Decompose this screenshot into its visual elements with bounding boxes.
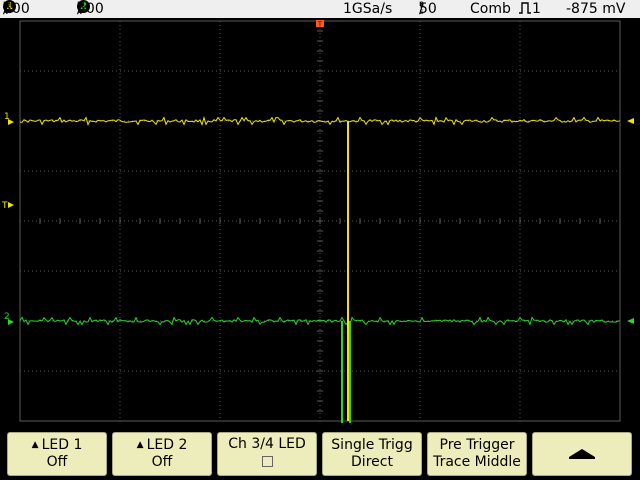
back-up-softkey[interactable] — [532, 432, 632, 476]
ch2-pulse-a — [341, 321, 343, 423]
svg-text:T: T — [1, 201, 8, 211]
led2-softkey[interactable]: ▲ LED 2 Off — [112, 432, 212, 476]
pre-trigger-value: Trace Middle — [433, 454, 521, 470]
ch1-right-arrow — [627, 118, 634, 124]
menu-up-icon: ▲ — [136, 440, 144, 450]
ch34-led-label: Ch 3/4 LED — [228, 436, 306, 452]
single-trigger-value: Direct — [351, 454, 393, 470]
svg-text:T: T — [317, 21, 322, 28]
led1-softkey[interactable]: ▲ LED 1 Off — [7, 432, 107, 476]
pre-trigger-label: Pre Trigger — [439, 437, 515, 453]
single-trigger-softkey[interactable]: Single Trigg Direct — [322, 432, 422, 476]
softkey-bar: ▲ LED 1 Off ▲ LED 2 Off Ch 3/4 LED Single … — [0, 428, 640, 480]
ch1-ground-marker[interactable]: 1 — [4, 112, 14, 125]
single-trigger-label: Single Trigg — [331, 437, 413, 453]
menu-up-icon: ▲ — [31, 440, 39, 450]
up-arrow-icon — [569, 449, 595, 459]
pre-trigger-softkey[interactable]: Pre Trigger Trace Middle — [427, 432, 527, 476]
trigger-level-marker[interactable]: T — [1, 201, 14, 211]
graticule-grid — [19, 20, 621, 422]
waveform-display[interactable]: T 1 2 T — [0, 18, 640, 428]
led1-value: Off — [46, 454, 68, 470]
led2-label: LED 2 — [146, 437, 188, 453]
ch34-led-checkbox[interactable] — [261, 456, 273, 467]
trigger-position-marker[interactable]: T — [316, 20, 324, 28]
ch2-pulse-b — [349, 321, 351, 423]
ch1-pulse — [347, 121, 349, 421]
ch34-led-softkey[interactable]: Ch 3/4 LED — [217, 432, 317, 476]
status-bar: 1 500 m V/ 2 500 m V/ 1GSa/s 50 n s / Comb 1… — [0, 0, 640, 18]
led1-label: LED 1 — [41, 437, 83, 453]
ch1-trace — [19, 115, 621, 126]
sample-rate: 1GSa/s — [343, 1, 393, 17]
trigger-slope: 1 — [518, 0, 541, 18]
trigger-mode: Comb — [470, 1, 511, 17]
led2-value: Off — [151, 454, 173, 470]
ch2-ground-marker[interactable]: 2 — [4, 312, 14, 325]
trigger-level: -875 mV — [566, 1, 626, 17]
rising-edge-pulse-icon — [519, 2, 531, 14]
trigger-source: 1 — [532, 1, 541, 17]
ch2-right-arrow — [627, 318, 634, 324]
